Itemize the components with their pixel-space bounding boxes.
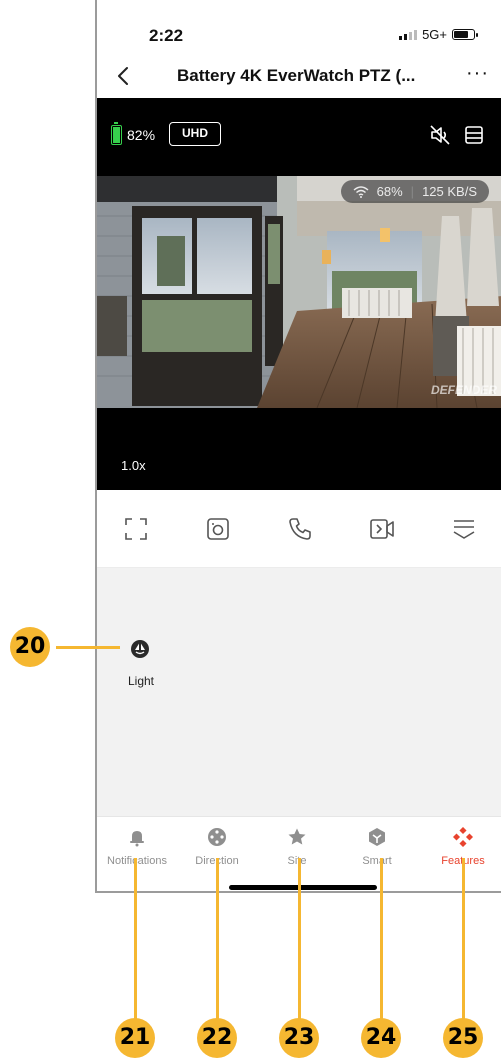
status-indicators: 5G+ (399, 27, 478, 42)
callout-leader-line (216, 858, 219, 1022)
wifi-strength: 68% (376, 184, 403, 199)
annotated-screenshot: 2:22 5G+ Battery 4K EverWatch PTZ (... ·… (0, 0, 501, 1064)
callout-leader-line (462, 858, 465, 1022)
phone-call-icon[interactable] (287, 516, 313, 542)
record-video-icon[interactable] (369, 516, 395, 542)
light-bulb-icon[interactable] (130, 639, 150, 659)
features-panel: Light (97, 568, 501, 816)
layout-grid-icon[interactable] (463, 124, 485, 146)
camera-live-feed[interactable]: 68% | 125 KB/S DEFENDER (97, 176, 501, 408)
pill-divider: | (410, 184, 415, 199)
speaker-mute-icon[interactable] (429, 124, 451, 146)
bell-icon (130, 831, 144, 847)
phone-screen: 2:22 5G+ Battery 4K EverWatch PTZ (... ·… (95, 0, 501, 893)
callout-badge-24: 24 (361, 1018, 401, 1058)
wifi-icon (353, 185, 369, 198)
phone-battery-icon (452, 29, 478, 40)
callout-badge-20: 20 (10, 627, 50, 667)
quality-toggle-button[interactable]: UHD (169, 122, 221, 146)
callout-leader-line (298, 858, 301, 1022)
brand-watermark: DEFENDER (430, 383, 497, 397)
expand-menu-icon[interactable] (451, 516, 477, 542)
video-toolbar: 82% UHD (97, 98, 501, 176)
features-diamond-icon (453, 827, 473, 847)
navigation-bar: Battery 4K EverWatch PTZ (... ··· (97, 56, 501, 98)
network-status-pill: 68% | 125 KB/S (340, 180, 489, 203)
snapshot-icon[interactable] (205, 516, 231, 542)
tab-notifications[interactable]: Notifications (97, 827, 177, 867)
callout-leader-line (134, 858, 137, 1022)
page-title: Battery 4K EverWatch PTZ (... (177, 66, 416, 85)
callout-badge-21: 21 (115, 1018, 155, 1058)
status-time: 2:22 (149, 26, 184, 45)
light-label[interactable]: Light (119, 674, 163, 688)
callout-leader-line (56, 646, 120, 649)
direction-pad-icon (208, 828, 226, 846)
callout-badge-23: 23 (279, 1018, 319, 1058)
zoom-level: 1.0x (121, 458, 146, 473)
network-type: 5G+ (422, 27, 447, 42)
bitrate: 125 KB/S (422, 184, 477, 199)
back-chevron-icon[interactable] (113, 64, 133, 88)
camera-battery-percent: 82% (127, 127, 156, 143)
shield-hexagon-icon (369, 828, 385, 846)
home-indicator (229, 885, 377, 890)
star-icon (288, 828, 306, 845)
tab-label: Notifications (97, 855, 177, 867)
cellular-signal-icon (399, 29, 418, 40)
video-controls-bar (97, 490, 501, 568)
callout-badge-22: 22 (197, 1018, 237, 1058)
tab-smart[interactable]: Smart (337, 827, 417, 867)
callout-leader-line (380, 858, 383, 1022)
fullscreen-icon[interactable] (123, 516, 149, 542)
status-bar: 2:22 5G+ (97, 0, 501, 56)
live-video-panel: 82% UHD 68% | 125 KB/S DEFENDER 1.0x (97, 98, 501, 490)
tab-label: Smart (362, 855, 392, 867)
tab-label: Site (287, 855, 307, 867)
porch-scene-image (97, 176, 501, 408)
more-options-icon[interactable]: ··· (466, 62, 489, 85)
camera-battery-icon (111, 122, 122, 145)
tab-site[interactable]: Site (257, 827, 337, 867)
callout-badge-25: 25 (443, 1018, 483, 1058)
